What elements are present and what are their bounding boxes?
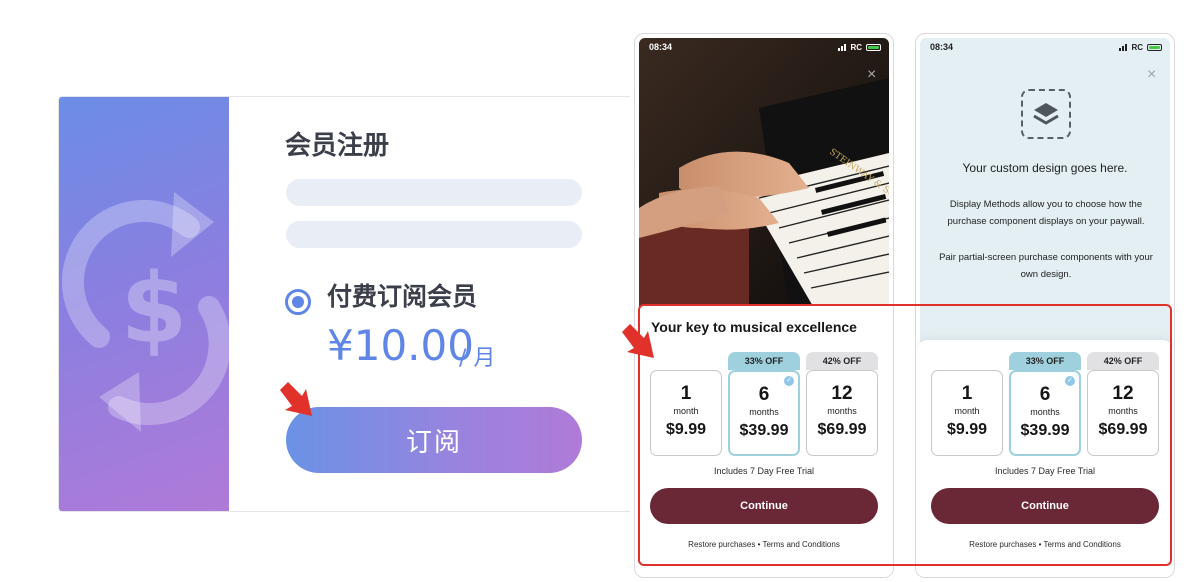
input-placeholder-1[interactable] (286, 179, 582, 206)
carrier-label: RC (1131, 42, 1143, 52)
highlight-box (638, 304, 1172, 566)
page-title: 会员注册 (285, 131, 390, 161)
screenshot-stage: $ 会员注册 付费订阅会员 ¥10.00 / 月 订阅 STEINWAY & 0… (0, 0, 1203, 582)
dollar-refresh-icon: $ (61, 192, 229, 432)
signal-icon (1119, 43, 1128, 51)
subscribe-button[interactable]: 订阅 (286, 407, 582, 473)
custom-design-text-1: Display Methods allow you to choose how … (947, 199, 1145, 227)
layers-icon (1021, 89, 1071, 139)
piano-photo: STEINWAY & SONS (639, 38, 889, 308)
status-indicators: RC (838, 43, 881, 52)
red-arrow-icon (280, 382, 312, 416)
status-bar: 08:34 RC (635, 34, 893, 60)
red-arrow-icon (622, 324, 654, 358)
card-side-panel: $ (59, 97, 229, 511)
status-time: 08:34 (649, 42, 673, 52)
signal-icon (838, 43, 847, 51)
membership-card: $ 会员注册 付费订阅会员 ¥10.00 / 月 订阅 (58, 96, 630, 512)
plan-price: ¥10.00 (327, 321, 474, 370)
close-icon[interactable]: × (867, 66, 876, 84)
custom-design-title: Your custom design goes here. (962, 161, 1128, 175)
battery-icon (1147, 43, 1162, 51)
battery-icon (866, 43, 881, 51)
close-icon[interactable]: × (1147, 66, 1156, 84)
input-placeholder-2[interactable] (286, 221, 582, 248)
status-time: 08:34 (930, 42, 954, 52)
carrier-label: RC (850, 42, 862, 52)
plan-period: / 月 (459, 346, 496, 371)
status-bar: 08:34 RC (916, 34, 1174, 60)
svg-text:$: $ (121, 253, 188, 365)
plan-name: 付费订阅会员 (327, 282, 478, 311)
status-indicators: RC (1119, 43, 1162, 52)
plan-radio[interactable] (285, 289, 311, 315)
custom-design-text-2: Pair partial-screen purchase components … (939, 252, 1153, 280)
